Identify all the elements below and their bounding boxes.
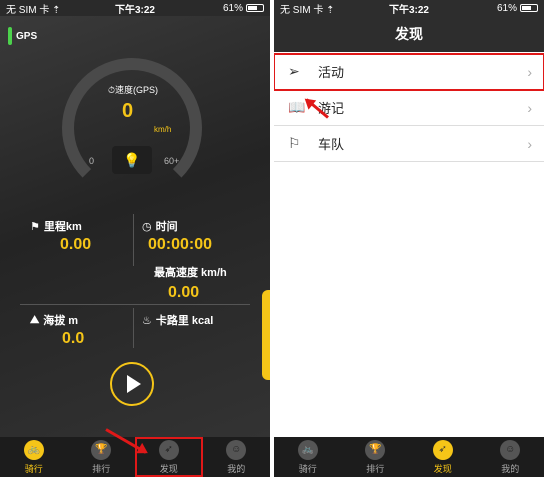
speed-unit: km/h <box>154 125 172 134</box>
chevron-right-icon: › <box>527 63 532 80</box>
side-drawer-handle[interactable] <box>262 290 270 380</box>
send-icon: ➢ <box>288 63 300 79</box>
altitude-label: ⛰ 海拔 m <box>30 313 79 328</box>
stats-divider-vertical-bottom <box>133 308 134 348</box>
status-bar: 无 SIM 卡 ⇡ 下午3:22 61% <box>274 0 544 16</box>
trophy-icon: 🏆 <box>365 439 386 460</box>
bike-icon: 🚲 <box>297 439 318 460</box>
flame-icon: ♨ <box>142 314 152 327</box>
speed-value: 0 <box>122 100 134 122</box>
discover-screen: 无 SIM 卡 ⇡ 下午3:22 61% 发现 ➢ 活动 › 📖 游记 › ⚐ … <box>274 0 544 477</box>
profile-icon: ☺ <box>226 439 247 460</box>
distance-value: 0.00 <box>60 236 92 253</box>
clock-icon: ◷ <box>142 220 152 233</box>
tab-ranking[interactable]: 🏆 排行 <box>342 437 410 477</box>
calorie-label: ♨ 卡路里 kcal <box>142 314 214 328</box>
time-value: 00:00:00 <box>148 236 213 253</box>
profile-icon: ☺ <box>500 439 521 460</box>
chevron-right-icon: › <box>527 99 532 116</box>
altitude-value: 0.0 <box>62 330 85 347</box>
stats-divider-horizontal <box>20 304 250 305</box>
page-title: 发现 <box>274 16 544 52</box>
tab-discover-label: 发现 <box>433 463 452 474</box>
gps-signal-icon <box>8 27 12 45</box>
list-item-label: 活动 <box>318 65 345 80</box>
tab-bar: 🚲 骑行 🏆 排行 ➶ 发现 ☺ 我的 <box>0 437 270 477</box>
tab-ranking-label: 排行 <box>366 463 385 474</box>
tab-discover[interactable]: ➶ 发现 <box>409 437 477 477</box>
gps-indicator: GPS <box>8 27 37 45</box>
start-ride-button[interactable] <box>110 362 154 406</box>
tab-discover-label: 发现 <box>159 463 178 474</box>
list-item-activity[interactable]: ➢ 活动 › <box>274 53 544 91</box>
compass-icon: ➶ <box>432 439 453 460</box>
max-speed-label: 最高速度 km/h <box>154 267 227 279</box>
tab-ride[interactable]: 🚲 骑行 <box>0 437 68 477</box>
trophy-icon: 🏆 <box>91 439 112 460</box>
tab-me-label: 我的 <box>227 463 246 474</box>
battery-icon <box>246 4 264 12</box>
mountain-icon: ⛰ <box>30 313 40 326</box>
clock: 下午3:22 <box>114 4 155 16</box>
list-item-label: 车队 <box>318 137 345 152</box>
flag-icon: ⚐ <box>288 135 301 151</box>
cycling-screen: 无 SIM 卡 ⇡ 下午3:22 61% GPS ⏱速度(GPS) 0 km/h… <box>0 0 270 477</box>
speed-label: ⏱速度(GPS) <box>108 85 159 95</box>
tab-ride[interactable]: 🚲 骑行 <box>274 437 342 477</box>
gauge-max-label: 60+ <box>164 156 180 166</box>
tab-bar: 🚲 骑行 🏆 排行 ➶ 发现 ☺ 我的 <box>274 437 544 477</box>
tab-ranking-label: 排行 <box>92 463 111 474</box>
tab-ride-label: 骑行 <box>298 463 317 474</box>
list-item-label: 游记 <box>318 101 345 116</box>
tab-ranking[interactable]: 🏆 排行 <box>68 437 136 477</box>
tab-ride-label: 骑行 <box>24 463 43 474</box>
distance-label: ⚑ 里程km <box>30 220 82 234</box>
stats-divider-vertical-top <box>133 214 134 266</box>
gauge-min-label: 0 <box>89 156 95 166</box>
tab-me[interactable]: ☺ 我的 <box>203 437 271 477</box>
clock: 下午3:22 <box>388 4 429 16</box>
light-bulb-icon[interactable]: 💡 <box>112 146 152 174</box>
speed-gauge <box>62 58 202 198</box>
list-item-team[interactable]: ⚐ 车队 › <box>274 126 544 162</box>
screenshot-stage: 无 SIM 卡 ⇡ 下午3:22 61% GPS ⏱速度(GPS) 0 km/h… <box>0 0 544 477</box>
bike-icon: 🚲 <box>23 439 44 460</box>
gps-label: GPS <box>16 30 38 42</box>
max-speed-value: 0.00 <box>168 284 200 301</box>
status-bar: 无 SIM 卡 ⇡ 下午3:22 61% <box>0 0 270 16</box>
tab-me-label: 我的 <box>501 463 520 474</box>
battery-icon <box>520 4 538 12</box>
compass-icon: ➶ <box>158 439 179 460</box>
flag-icon: ⚑ <box>30 220 40 233</box>
time-label: ◷ 时间 <box>142 220 178 234</box>
tab-me[interactable]: ☺ 我的 <box>477 437 544 477</box>
chevron-right-icon: › <box>527 135 532 152</box>
